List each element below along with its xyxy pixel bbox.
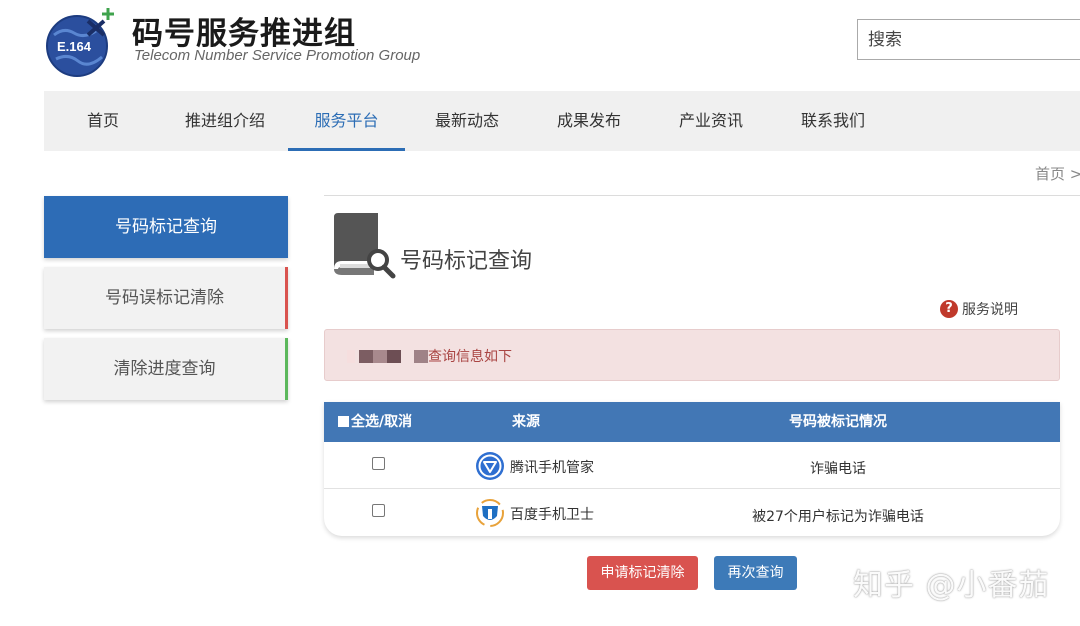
nav-item-news[interactable]: 最新动态 [430,91,504,151]
sidebar-item-mark-clear[interactable]: 号码误标记清除 [44,267,288,329]
nav-item-about[interactable]: 推进组介绍 [176,91,274,151]
baidu-guard-icon [476,499,504,527]
mark-status: 被27个用户标记为诈骗电话 [752,509,924,525]
row-checkbox[interactable] [372,504,385,517]
search-input[interactable] [857,19,1080,60]
nav-item-contact[interactable]: 联系我们 [796,91,870,151]
source-name: 腾讯手机管家 [510,460,594,476]
help-label: 服务说明 [962,302,1018,318]
main-nav: 首页 推进组介绍 服务平台 最新动态 成果发布 产业资讯 联系我们 [44,91,1080,151]
query-again-button[interactable]: 再次查询 [714,556,797,590]
service-help-link[interactable]: ? 服务说明 [940,299,1018,319]
redaction-block [387,350,401,363]
row-checkbox[interactable] [372,457,385,470]
table-header: 全选/取消 来源 号码被标记情况 [324,402,1060,442]
breadcrumb[interactable]: 首页 > [1035,163,1080,184]
site-logo-icon: E.164 [46,8,114,77]
header-mark-status: 号码被标记情况 [789,414,887,430]
select-all-toggle[interactable]: 全选/取消 [338,402,438,442]
redaction-block [347,350,355,363]
header-source: 来源 [512,414,540,430]
svg-text:E.164: E.164 [57,39,92,54]
nav-item-home[interactable]: 首页 [66,91,140,151]
notice-text: 查询信息如下 [428,349,512,365]
site-subtitle: Telecom Number Service Promotion Group [134,47,421,64]
book-search-icon [334,213,396,279]
table-row: 腾讯手机管家 诈骗电话 [324,442,1060,489]
divider [324,195,1080,196]
mark-status: 诈骗电话 [810,461,866,477]
sidebar-item-mark-query[interactable]: 号码标记查询 [44,196,288,258]
watermark: 知乎 @小番茄 [853,568,1050,603]
page-title: 号码标记查询 [400,249,533,274]
question-icon: ? [940,300,958,318]
checkbox-icon [338,416,349,427]
tencent-shield-icon [476,452,504,480]
redaction-block [359,350,373,363]
apply-clear-button[interactable]: 申请标记清除 [587,556,698,590]
mark-result-table: 全选/取消 来源 号码被标记情况 腾讯手机管家 诈骗电话 百度手机卫士 被27个… [324,402,1060,536]
nav-item-results[interactable]: 成果发布 [552,91,626,151]
table-row: 百度手机卫士 被27个用户标记为诈骗电话 [324,490,1060,536]
nav-item-service-platform[interactable]: 服务平台 [288,91,405,151]
nav-item-industry[interactable]: 产业资讯 [674,91,748,151]
redaction-block [373,350,387,363]
redaction-block [414,350,428,363]
source-name: 百度手机卫士 [510,507,594,523]
sidebar-item-progress-query[interactable]: 清除进度查询 [44,338,288,400]
